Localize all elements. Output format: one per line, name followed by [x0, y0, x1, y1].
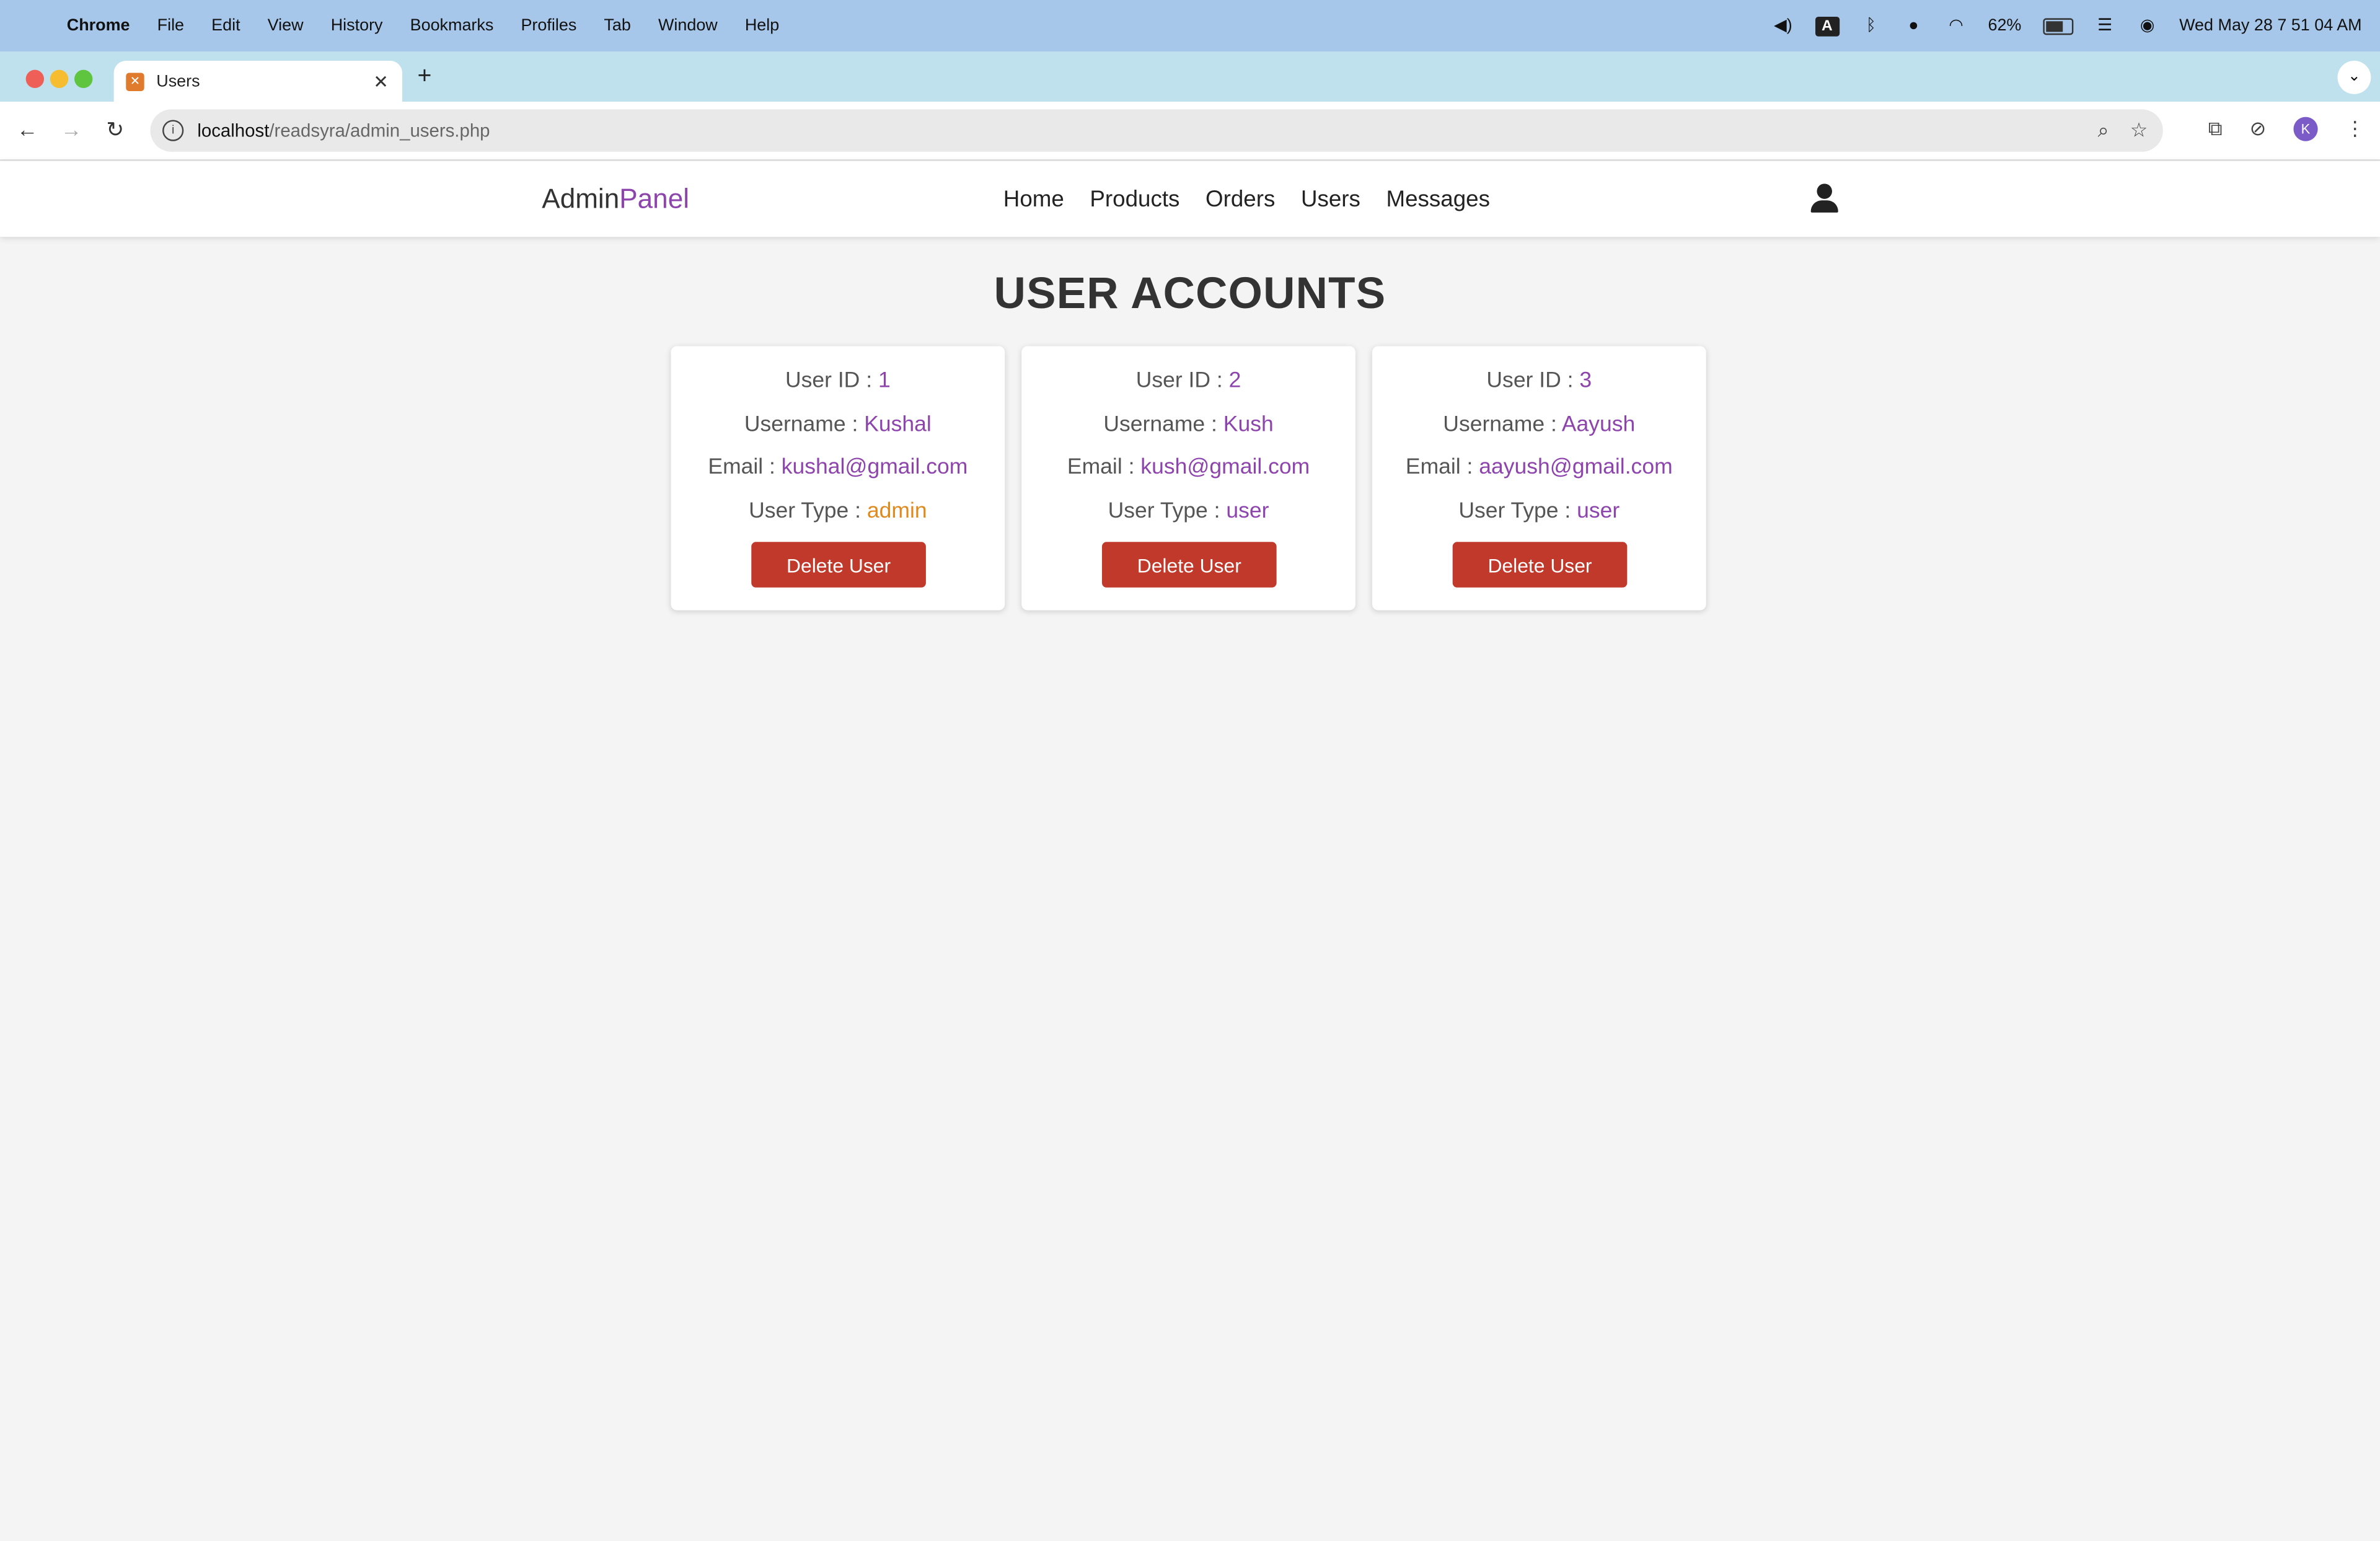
- nav-messages[interactable]: Messages: [1386, 187, 1490, 213]
- bluetooth-icon[interactable]: ᛒ: [1861, 17, 1882, 35]
- delete-user-button[interactable]: Delete User: [1452, 542, 1628, 588]
- browser-toolbar: ← → ↻ i localhost/readsyra/admin_users.p…: [0, 102, 2380, 161]
- kebab-menu-icon[interactable]: ⋮: [2345, 117, 2365, 141]
- volume-icon[interactable]: ◀): [1773, 17, 1794, 35]
- menu-view[interactable]: View: [268, 17, 304, 35]
- user-id-label: User ID :: [1486, 369, 1580, 394]
- user-switch-icon[interactable]: ●: [1903, 17, 1924, 35]
- page-content: AdminPanel Home Products Orders Users Me…: [0, 161, 2380, 1541]
- main-nav: Home Products Orders Users Messages: [1003, 187, 1490, 213]
- new-tab-icon[interactable]: +: [417, 64, 431, 91]
- tab-search-chevron-icon[interactable]: ⌄: [2337, 60, 2371, 94]
- user-type-value: user: [1577, 498, 1620, 523]
- user-type-value: user: [1226, 498, 1269, 523]
- user-type-value: admin: [866, 498, 927, 523]
- user-card: User ID : 1 Username : Kushal Email : ku…: [671, 346, 1005, 611]
- user-icon[interactable]: [1809, 183, 1840, 214]
- macos-menubar: Chrome File Edit View History Bookmarks …: [0, 0, 2380, 52]
- delete-user-button[interactable]: Delete User: [1101, 542, 1277, 588]
- email-value: aayush@gmail.com: [1479, 455, 1673, 480]
- menu-bookmarks[interactable]: Bookmarks: [410, 17, 494, 35]
- menu-help[interactable]: Help: [745, 17, 779, 35]
- username-value: Kush: [1223, 412, 1274, 437]
- menu-window[interactable]: Window: [658, 17, 718, 35]
- siri-icon[interactable]: ◉: [2137, 17, 2158, 35]
- control-center-icon[interactable]: ☰: [2094, 17, 2115, 35]
- reload-icon[interactable]: ↻: [106, 117, 124, 143]
- email-value: kushal@gmail.com: [781, 455, 968, 480]
- email-value: kush@gmail.com: [1140, 455, 1310, 480]
- menu-profiles[interactable]: Profiles: [521, 17, 576, 35]
- user-id-label: User ID :: [1135, 369, 1229, 394]
- xampp-favicon-icon: ✕: [126, 72, 144, 91]
- extension-icon[interactable]: ⊘: [2250, 117, 2267, 141]
- nav-orders[interactable]: Orders: [1205, 187, 1275, 213]
- user-type-label: User Type :: [749, 498, 867, 523]
- back-arrow-icon[interactable]: ←: [17, 117, 38, 141]
- battery-icon[interactable]: [2042, 17, 2073, 35]
- battery-percent: 62%: [1988, 16, 2022, 35]
- menubar-datetime[interactable]: Wed May 28 7 51 04 AM: [2179, 17, 2362, 35]
- user-id-value: 1: [878, 369, 891, 394]
- menu-edit[interactable]: Edit: [211, 17, 240, 35]
- close-tab-icon[interactable]: ✕: [373, 71, 389, 92]
- admin-header: AdminPanel Home Products Orders Users Me…: [0, 161, 2380, 237]
- logo-accent: Panel: [619, 183, 690, 214]
- extensions-icon[interactable]: ⧉: [2208, 117, 2223, 141]
- username-label: Username :: [1443, 412, 1562, 437]
- user-id-label: User ID :: [785, 369, 878, 394]
- page-title: USER ACCOUNTS: [994, 270, 1386, 319]
- user-id-value: 2: [1228, 369, 1241, 394]
- minimize-window-icon[interactable]: [50, 69, 69, 89]
- zoom-window-icon[interactable]: [74, 69, 93, 89]
- user-type-label: User Type :: [1458, 498, 1577, 523]
- close-window-icon[interactable]: [25, 69, 45, 89]
- forward-arrow-icon[interactable]: →: [61, 117, 82, 141]
- email-label: Email :: [708, 455, 782, 480]
- username-label: Username :: [1103, 412, 1223, 437]
- input-source-icon[interactable]: A: [1815, 15, 1840, 36]
- logo-main: Admin: [542, 183, 620, 214]
- nav-users[interactable]: Users: [1301, 187, 1360, 213]
- email-label: Email :: [1405, 455, 1479, 480]
- nav-products[interactable]: Products: [1090, 187, 1179, 213]
- user-card: User ID : 3 Username : Aayush Email : aa…: [1372, 346, 1706, 611]
- menu-history[interactable]: History: [331, 17, 383, 35]
- bookmark-star-icon[interactable]: ☆: [2130, 118, 2148, 143]
- menu-tab[interactable]: Tab: [604, 17, 630, 35]
- tab-strip: ✕ Users ✕ + ⌄: [0, 51, 2380, 102]
- user-cards: User ID : 1 Username : Kushal Email : ku…: [671, 346, 1706, 611]
- user-id-value: 3: [1579, 369, 1592, 394]
- profile-avatar[interactable]: K: [2293, 117, 2318, 141]
- email-label: Email :: [1067, 455, 1141, 480]
- username-value: Kushal: [864, 412, 932, 437]
- url-host: localhost: [197, 120, 270, 141]
- username-label: Username :: [744, 412, 865, 437]
- user-type-label: User Type :: [1108, 498, 1227, 523]
- url-path: /readsyra/admin_users.php: [269, 120, 490, 141]
- tab-users[interactable]: ✕ Users ✕: [113, 60, 402, 102]
- logo[interactable]: AdminPanel: [542, 183, 689, 215]
- tab-title: Users: [156, 72, 200, 91]
- nav-home[interactable]: Home: [1003, 187, 1064, 213]
- username-value: Aayush: [1561, 412, 1636, 437]
- zoom-icon[interactable]: ⌕: [2098, 118, 2109, 143]
- menu-file[interactable]: File: [157, 17, 184, 35]
- site-info-icon[interactable]: i: [162, 120, 184, 141]
- address-bar[interactable]: i localhost/readsyra/admin_users.php ⌕ ☆: [150, 109, 2163, 152]
- menu-app-chrome[interactable]: Chrome: [67, 17, 130, 35]
- delete-user-button[interactable]: Delete User: [751, 542, 926, 588]
- wifi-icon[interactable]: ◠: [1946, 17, 1967, 35]
- user-card: User ID : 2 Username : Kush Email : kush…: [1021, 346, 1355, 611]
